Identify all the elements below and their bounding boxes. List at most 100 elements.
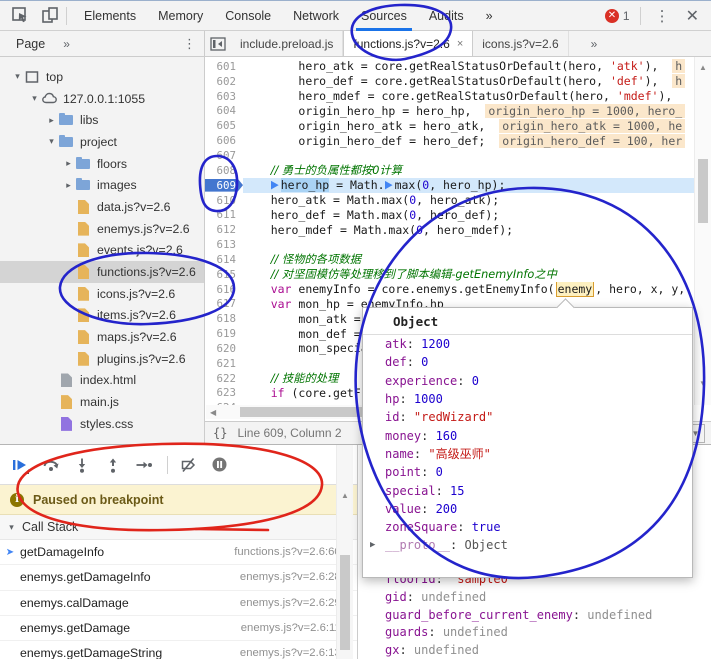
chevron-right-icon[interactable]: ▸ bbox=[63, 180, 74, 191]
scroll-up-icon[interactable]: ▲ bbox=[337, 490, 353, 501]
tree-item-enemys.js-v-2.6[interactable]: enemys.js?v=2.6 bbox=[0, 218, 204, 240]
editor-tab-functions.js-v-2.6[interactable]: functions.js?v=2.6× bbox=[343, 31, 473, 56]
code-line[interactable]: 613 bbox=[205, 237, 694, 252]
line-number[interactable]: 608 bbox=[205, 164, 243, 177]
call-stack-frame[interactable]: enemys.getDamageInfoenemys.js?v=2.6:283 bbox=[0, 565, 357, 590]
code-line[interactable]: 602 hero_def = core.getRealStatusOrDefau… bbox=[205, 74, 694, 89]
line-number[interactable]: 622 bbox=[205, 372, 243, 385]
tab-memory[interactable]: Memory bbox=[147, 1, 214, 31]
tab-audits[interactable]: Audits bbox=[418, 1, 475, 31]
code-line[interactable]: 612 hero_mdef = Math.max(0, hero_mdef); bbox=[205, 222, 694, 237]
close-tab-icon[interactable]: × bbox=[457, 38, 463, 50]
navigator-menu-icon[interactable]: ⋮ bbox=[183, 36, 196, 52]
code-line[interactable]: 606 origin_hero_def = hero_def; origin_h… bbox=[205, 133, 694, 148]
line-number[interactable]: 618 bbox=[205, 312, 243, 325]
pause-on-exceptions-icon[interactable] bbox=[209, 455, 229, 475]
line-number[interactable]: 616 bbox=[205, 283, 243, 296]
line-number[interactable]: 613 bbox=[205, 238, 243, 251]
code-line[interactable]: 614 // 怪物的各项数据 bbox=[205, 252, 694, 267]
line-number[interactable]: 602 bbox=[205, 75, 243, 88]
tree-item-styles.css[interactable]: styles.css bbox=[0, 413, 204, 435]
line-number[interactable]: 603 bbox=[205, 90, 243, 103]
line-number[interactable]: 621 bbox=[205, 357, 243, 370]
line-number[interactable]: 617 bbox=[205, 297, 243, 310]
editor-vertical-scrollbar[interactable]: ▲ ▼ bbox=[694, 57, 711, 405]
hide-navigator-icon[interactable] bbox=[205, 31, 231, 56]
error-badge[interactable]: ✕ 1 bbox=[605, 9, 630, 23]
call-stack-frame[interactable]: ➤getDamageInfofunctions.js?v=2.6:609 bbox=[0, 540, 357, 565]
chevron-right-icon[interactable]: ▸ bbox=[63, 158, 74, 169]
chevron-right-icon[interactable]: ▸ bbox=[46, 115, 57, 126]
code-line[interactable]: 601 hero_atk = core.getRealStatusOrDefau… bbox=[205, 59, 694, 74]
code-line[interactable]: 604 origin_hero_hp = hero_hp, origin_her… bbox=[205, 104, 694, 119]
code-line[interactable]: 610 hero_atk = Math.max(0, hero_atk); bbox=[205, 193, 694, 208]
code-line[interactable]: 611 hero_def = Math.max(0, hero_def); bbox=[205, 207, 694, 222]
navigator-tab-page[interactable]: Page bbox=[16, 37, 45, 51]
tree-item-top[interactable]: ▾top bbox=[0, 66, 204, 88]
line-number[interactable]: 614 bbox=[205, 253, 243, 266]
resume-icon[interactable] bbox=[10, 455, 30, 475]
line-number[interactable]: 615 bbox=[205, 268, 243, 281]
pretty-print-button[interactable]: {} bbox=[213, 426, 227, 440]
tree-item-functions.js-v-2.6[interactable]: functions.js?v=2.6 bbox=[0, 261, 204, 283]
tree-item-libs[interactable]: ▸libs bbox=[0, 109, 204, 131]
code-line[interactable]: 607 bbox=[205, 148, 694, 163]
scope-variable[interactable]: guard_before_current_enemy: undefined bbox=[385, 608, 652, 622]
call-stack-frame[interactable]: enemys.getDamageenemys.js?v=2.6:110 bbox=[0, 616, 357, 641]
line-number[interactable]: 605 bbox=[205, 119, 243, 132]
editor-tab-include.preload.js[interactable]: include.preload.js bbox=[231, 31, 343, 56]
step-into-icon[interactable] bbox=[72, 455, 92, 475]
code-line[interactable]: 609 hero_hp = Math.max(0, hero_hp); bbox=[205, 178, 694, 193]
popup-prop-row[interactable]: ▶__proto__: Object bbox=[363, 536, 692, 554]
tab-elements[interactable]: Elements bbox=[73, 1, 147, 31]
tree-item-main.js[interactable]: main.js bbox=[0, 391, 204, 413]
chevron-down-icon[interactable]: ▾ bbox=[29, 93, 40, 104]
line-number[interactable]: 619 bbox=[205, 327, 243, 340]
call-stack-header[interactable]: ▾ Call Stack bbox=[0, 515, 357, 540]
deactivate-breakpoints-icon[interactable] bbox=[178, 455, 198, 475]
line-number[interactable]: 604 bbox=[205, 104, 243, 117]
tree-item-images[interactable]: ▸images bbox=[0, 174, 204, 196]
close-devtools-icon[interactable]: ✕ bbox=[678, 6, 707, 26]
scroll-down-icon[interactable]: ▼ bbox=[695, 378, 711, 389]
line-number[interactable]: 612 bbox=[205, 223, 243, 236]
main-tabs-overflow[interactable]: » bbox=[475, 1, 504, 31]
chevron-down-icon[interactable]: ▾ bbox=[46, 136, 57, 147]
line-number[interactable]: 601 bbox=[205, 60, 243, 73]
tree-item-items.js-v-2.6[interactable]: items.js?v=2.6 bbox=[0, 305, 204, 327]
scroll-up-icon[interactable]: ▲ bbox=[695, 62, 711, 73]
editor-tab-icons.js-v-2.6[interactable]: icons.js?v=2.6 bbox=[473, 31, 568, 56]
inspect-element-icon[interactable] bbox=[10, 6, 30, 26]
kebab-menu-icon[interactable]: ⋮ bbox=[647, 7, 678, 25]
call-stack-frame[interactable]: enemys.getDamageStringenemys.js?v=2.6:13… bbox=[0, 641, 357, 659]
tree-item-plugins.js-v-2.6[interactable]: plugins.js?v=2.6 bbox=[0, 348, 204, 370]
tree-item-events.js-v-2.6[interactable]: events.js?v=2.6 bbox=[0, 240, 204, 262]
code-line[interactable]: 608 // 勇士的负属性都按0计算 bbox=[205, 163, 694, 178]
tab-sources[interactable]: Sources bbox=[350, 1, 418, 31]
line-number[interactable]: 611 bbox=[205, 208, 243, 221]
tree-item-maps.js-v-2.6[interactable]: maps.js?v=2.6 bbox=[0, 326, 204, 348]
editor-tabs-overflow[interactable]: » bbox=[591, 31, 598, 56]
tree-item-data.js-v-2.6[interactable]: data.js?v=2.6 bbox=[0, 196, 204, 218]
scroll-left-icon[interactable]: ◀ bbox=[206, 407, 220, 418]
step-over-icon[interactable] bbox=[41, 455, 61, 475]
scrollbar-thumb[interactable] bbox=[340, 555, 350, 650]
line-number[interactable]: 623 bbox=[205, 386, 243, 399]
line-number[interactable]: 606 bbox=[205, 134, 243, 147]
line-number[interactable]: 610 bbox=[205, 194, 243, 207]
scope-scrollbar[interactable]: ▲ bbox=[336, 445, 353, 659]
chevron-down-icon[interactable]: ▾ bbox=[12, 71, 23, 82]
tree-item-floors[interactable]: ▸floors bbox=[0, 153, 204, 175]
scope-variable[interactable]: guards: undefined bbox=[385, 625, 508, 639]
device-toolbar-icon[interactable] bbox=[40, 6, 60, 26]
tree-item-project[interactable]: ▾project bbox=[0, 131, 204, 153]
code-line[interactable]: 615 // 对坚固模仿等处理移到了脚本编辑-getEnemyInfo之中 bbox=[205, 267, 694, 282]
tree-item-index.html[interactable]: index.html bbox=[0, 370, 204, 392]
chevron-right-icon[interactable]: ▶ bbox=[370, 540, 375, 550]
tab-network[interactable]: Network bbox=[282, 1, 350, 31]
code-line[interactable]: 605 origin_hero_atk = hero_atk, origin_h… bbox=[205, 118, 694, 133]
line-number[interactable]: 607 bbox=[205, 149, 243, 162]
scrollbar-thumb[interactable] bbox=[698, 159, 708, 223]
navigator-tab-overflow[interactable]: » bbox=[63, 37, 70, 51]
step-icon[interactable] bbox=[134, 455, 154, 475]
